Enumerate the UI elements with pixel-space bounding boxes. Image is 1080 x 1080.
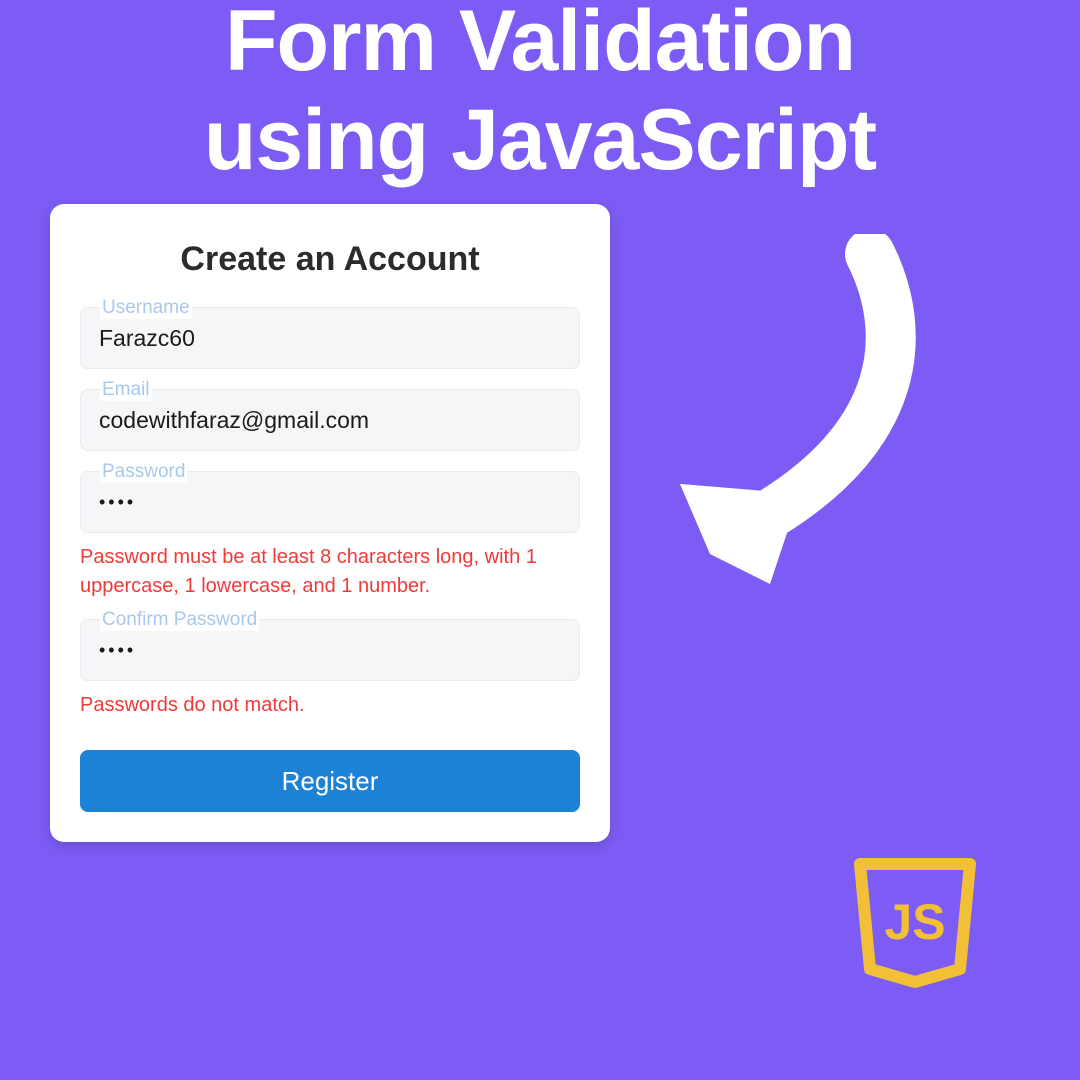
register-button[interactable]: Register (80, 750, 580, 812)
email-field-group: Email (80, 389, 580, 451)
confirm-password-field-group: Confirm Password (80, 619, 580, 681)
password-error: Password must be at least 8 characters l… (80, 543, 580, 601)
email-label: Email (100, 379, 152, 401)
username-field-group: Username (80, 307, 580, 369)
form-title: Create an Account (80, 240, 580, 279)
page-headline: Form Validation using JavaScript (0, 0, 1080, 187)
js-badge-text: JS (884, 894, 945, 950)
arrow-icon (650, 234, 930, 594)
email-input[interactable] (80, 389, 580, 451)
username-label: Username (100, 297, 192, 319)
signup-form-card: Create an Account Username Email Passwor… (50, 204, 610, 842)
confirm-password-label: Confirm Password (100, 609, 259, 631)
javascript-badge-icon: JS (850, 854, 980, 994)
confirm-password-error: Passwords do not match. (80, 691, 580, 720)
password-label: Password (100, 461, 187, 483)
headline-line-1: Form Validation (0, 0, 1080, 89)
password-field-group: Password (80, 471, 580, 533)
headline-line-2: using JavaScript (0, 93, 1080, 188)
